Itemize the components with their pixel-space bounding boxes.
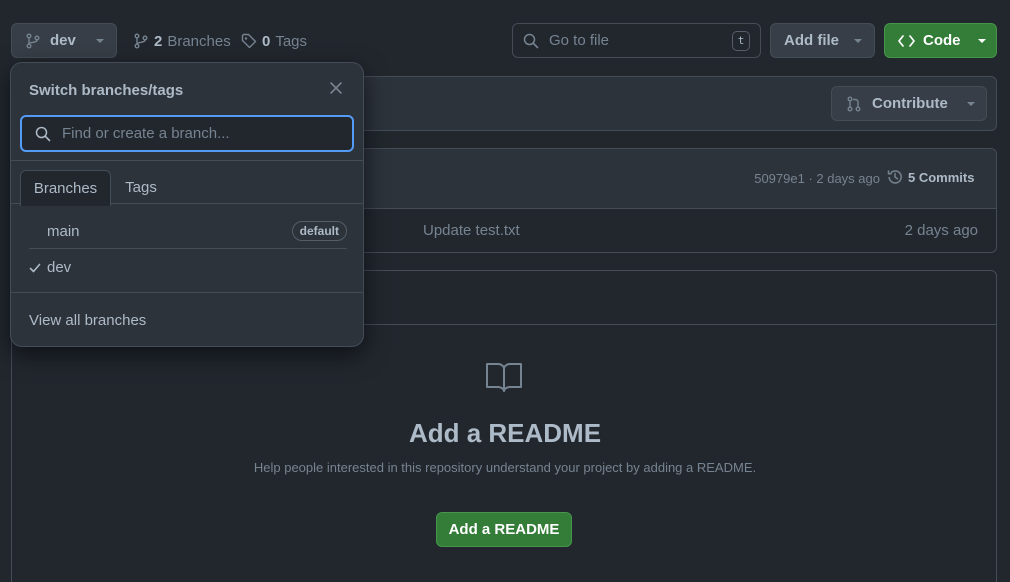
caret-down-icon [966,101,976,107]
book-icon [484,360,524,394]
add-file-button[interactable]: Add file [770,23,875,58]
code-label: Code [923,32,961,49]
view-all-branches-link[interactable]: View all branches [29,312,146,329]
branch-name: dev [47,259,72,276]
contribute-label: Contribute [872,95,948,112]
check-icon [29,263,47,273]
contribute-button[interactable]: Contribute [831,86,987,121]
branch-search-input[interactable] [62,125,322,142]
ref-type-tabs: Branches Tags [11,160,363,206]
code-icon [898,34,915,47]
git-branch-icon [133,33,149,49]
tags-link[interactable]: 0 Tags [241,31,307,51]
branch-item-dev[interactable]: dev [29,250,347,285]
file-commit-time: 2 days ago [904,222,978,239]
commits-label: 5 Commits [908,169,975,185]
default-badge: default [291,221,347,241]
tab-branches[interactable]: Branches [20,170,111,206]
dropdown-footer: View all branches [11,292,363,346]
dropdown-title: Switch branches/tags [29,82,184,99]
commits-link[interactable]: 5 Commits [886,168,974,186]
go-to-file-placeholder: Go to file [549,32,610,49]
git-pull-request-icon [846,96,862,112]
history-icon [886,168,904,186]
branch-selector-button[interactable]: dev [11,23,117,58]
branch-name: main [47,222,80,240]
branch-item-main[interactable]: main default [29,214,347,249]
close-icon[interactable] [329,81,343,95]
tag-icon [241,33,257,49]
switch-branches-dropdown: Switch branches/tags Branches Tags main … [10,62,364,347]
readme-subtitle: Help people interested in this repositor… [253,460,757,475]
readme-title: Add a README [408,418,602,448]
search-icon [523,33,539,49]
branches-label: Branches [167,32,231,50]
branches-count: 2 [154,32,163,50]
go-to-file-input[interactable]: Go to file t [512,23,761,58]
tags-label: Tags [275,32,308,50]
keyboard-shortcut-hint: t [732,30,750,51]
branch-search-field[interactable] [20,115,354,152]
current-branch-label: dev [50,32,76,49]
search-icon [35,126,51,142]
caret-down-icon [853,38,863,44]
branches-link[interactable]: 2 Branches [133,31,231,51]
tab-tags[interactable]: Tags [115,170,167,205]
code-button[interactable]: Code [884,23,997,58]
caret-down-icon [977,38,987,44]
tags-count: 0 [262,32,271,50]
file-commit-message[interactable]: Update test.txt [423,222,520,239]
add-file-label: Add file [784,32,839,49]
caret-down-icon [95,38,105,44]
git-branch-icon [25,33,41,49]
add-readme-button[interactable]: Add a README [436,512,572,547]
commit-hash-time[interactable]: 50979e1 · 2 days ago [754,171,880,186]
